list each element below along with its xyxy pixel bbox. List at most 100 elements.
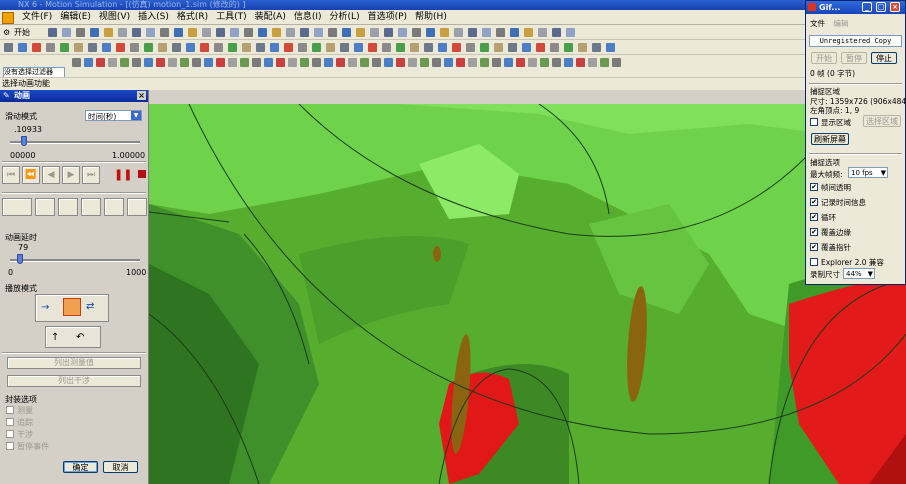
maximize-icon[interactable]: □ [876, 2, 886, 12]
forward-direction-icon[interactable]: ↑ [51, 331, 69, 345]
package-option-checkbox[interactable] [6, 406, 14, 414]
toolbar-tool-icon[interactable] [354, 43, 363, 52]
toolbar-tool-icon[interactable] [524, 28, 533, 37]
tool-icon[interactable] [81, 198, 101, 216]
toolbar-tool-icon[interactable] [504, 58, 513, 67]
gif-option-checkbox[interactable]: ✔ [810, 213, 818, 221]
toolbar-tool-icon[interactable] [90, 28, 99, 37]
toolbar-tool-icon[interactable] [396, 43, 405, 52]
trace-tool-icon[interactable] [2, 198, 32, 216]
toolbar-tool-icon[interactable] [284, 43, 293, 52]
toolbar-tool-icon[interactable] [300, 28, 309, 37]
menu-item[interactable]: 格式(R) [173, 10, 212, 25]
gif-stop-button[interactable]: 停止 [871, 52, 897, 64]
toolbar-tool-icon[interactable] [272, 28, 281, 37]
gif-option-checkbox[interactable]: ✔ [810, 228, 818, 236]
toolbar-tool-icon[interactable] [384, 28, 393, 37]
toolbar-tool-icon[interactable] [174, 28, 183, 37]
toolbar-tool-icon[interactable] [326, 43, 335, 52]
toolbar-tool-icon[interactable] [328, 28, 337, 37]
package-option-checkbox[interactable] [6, 430, 14, 438]
toolbar-tool-icon[interactable] [552, 58, 561, 67]
gif-option-checkbox[interactable] [810, 258, 818, 266]
play-once-icon[interactable]: → [41, 303, 59, 313]
toolbar-tool-icon[interactable] [230, 28, 239, 37]
toolbar-tool-icon[interactable] [482, 28, 491, 37]
gif-option-checkbox[interactable]: ✔ [810, 243, 818, 251]
toolbar-tool-icon[interactable] [132, 28, 141, 37]
menu-item[interactable]: 文件(F) [18, 10, 56, 25]
toolbar-tool-icon[interactable] [424, 43, 433, 52]
toolbar-tool-icon[interactable] [612, 58, 621, 67]
toolbar-tool-icon[interactable] [398, 28, 407, 37]
start-button[interactable]: 开始 [14, 27, 30, 38]
toolbar-tool-icon[interactable] [146, 28, 155, 37]
tool-icon[interactable] [35, 198, 55, 216]
toolbar-tool-icon[interactable] [202, 28, 211, 37]
toolbar-tool-icon[interactable] [606, 43, 615, 52]
delay-slider-thumb[interactable] [17, 254, 24, 264]
fast-forward-icon[interactable]: ⏭ [82, 166, 100, 184]
toolbar-tool-icon[interactable] [360, 58, 369, 67]
gif-menu-edit[interactable]: 编辑 [833, 19, 848, 28]
toolbar-tool-icon[interactable] [158, 43, 167, 52]
close-icon[interactable]: × [137, 91, 146, 100]
toolbar-tool-icon[interactable] [118, 28, 127, 37]
package-option-checkbox[interactable] [6, 418, 14, 426]
tool-icon[interactable] [127, 198, 147, 216]
toolbar-tool-icon[interactable] [528, 58, 537, 67]
menu-item[interactable]: 信息(I) [290, 10, 326, 25]
chevron-down-icon[interactable]: ▼ [868, 269, 873, 279]
toolbar-tool-icon[interactable] [384, 58, 393, 67]
toolbar-tool-icon[interactable] [228, 43, 237, 52]
toolbar-tool-icon[interactable] [566, 28, 575, 37]
tool-icon[interactable] [58, 198, 78, 216]
toolbar-tool-icon[interactable] [324, 58, 333, 67]
toolbar-tool-icon[interactable] [372, 58, 381, 67]
toolbar-tool-icon[interactable] [576, 58, 585, 67]
slide-mode-select[interactable]: 时间(秒) ▼ [85, 110, 142, 121]
selection-filter-box[interactable]: 没有选择过滤器 [3, 67, 65, 77]
stop-icon[interactable] [138, 170, 146, 178]
menu-item[interactable]: 帮助(H) [411, 10, 451, 25]
toolbar-tool-icon[interactable] [480, 58, 489, 67]
max-fps-select[interactable]: 10 fps ▼ [848, 167, 888, 178]
toolbar-tool-icon[interactable] [172, 43, 181, 52]
toolbar-tool-icon[interactable] [46, 43, 55, 52]
toolbar-tool-icon[interactable] [578, 43, 587, 52]
toolbar-tool-icon[interactable] [180, 58, 189, 67]
gif-option-checkbox[interactable]: ✔ [810, 198, 818, 206]
menu-item[interactable]: 装配(A) [251, 10, 290, 25]
close-icon[interactable]: × [890, 2, 900, 12]
toolbar-tool-icon[interactable] [492, 58, 501, 67]
show-area-checkbox[interactable] [810, 118, 818, 126]
toolbar-tool-icon[interactable] [200, 43, 209, 52]
toolbar-tool-icon[interactable] [4, 43, 13, 52]
toolbar-tool-icon[interactable] [214, 43, 223, 52]
toolbar-tool-icon[interactable] [186, 43, 195, 52]
toolbar-tool-icon[interactable] [342, 28, 351, 37]
toolbar-tool-icon[interactable] [510, 28, 519, 37]
toolbar-tool-icon[interactable] [18, 43, 27, 52]
toolbar-tool-icon[interactable] [48, 28, 57, 37]
toolbar-tool-icon[interactable] [168, 58, 177, 67]
toolbar-tool-icon[interactable] [298, 43, 307, 52]
toolbar-tool-icon[interactable] [468, 28, 477, 37]
toolbar-tool-icon[interactable] [216, 58, 225, 67]
toolbar-tool-icon[interactable] [540, 58, 549, 67]
toolbar-tool-icon[interactable] [456, 58, 465, 67]
toolbar-tool-icon[interactable] [368, 43, 377, 52]
toolbar-tool-icon[interactable] [336, 58, 345, 67]
toolbar-tool-icon[interactable] [276, 58, 285, 67]
toolbar-tool-icon[interactable] [252, 58, 261, 67]
toolbar-tool-icon[interactable] [466, 43, 475, 52]
toolbar-tool-icon[interactable] [156, 58, 165, 67]
gif-pause-button[interactable]: 暂停 [841, 52, 867, 64]
toolbar-tool-icon[interactable] [314, 28, 323, 37]
list-measurements-button[interactable]: 列出测量值 [7, 357, 141, 369]
toolbar-tool-icon[interactable] [264, 58, 273, 67]
toolbar-tool-icon[interactable] [522, 43, 531, 52]
toolbar-tool-icon[interactable] [564, 43, 573, 52]
gif-menu-file[interactable]: 文件 [810, 19, 825, 28]
menu-item[interactable]: 工具(T) [212, 10, 251, 25]
